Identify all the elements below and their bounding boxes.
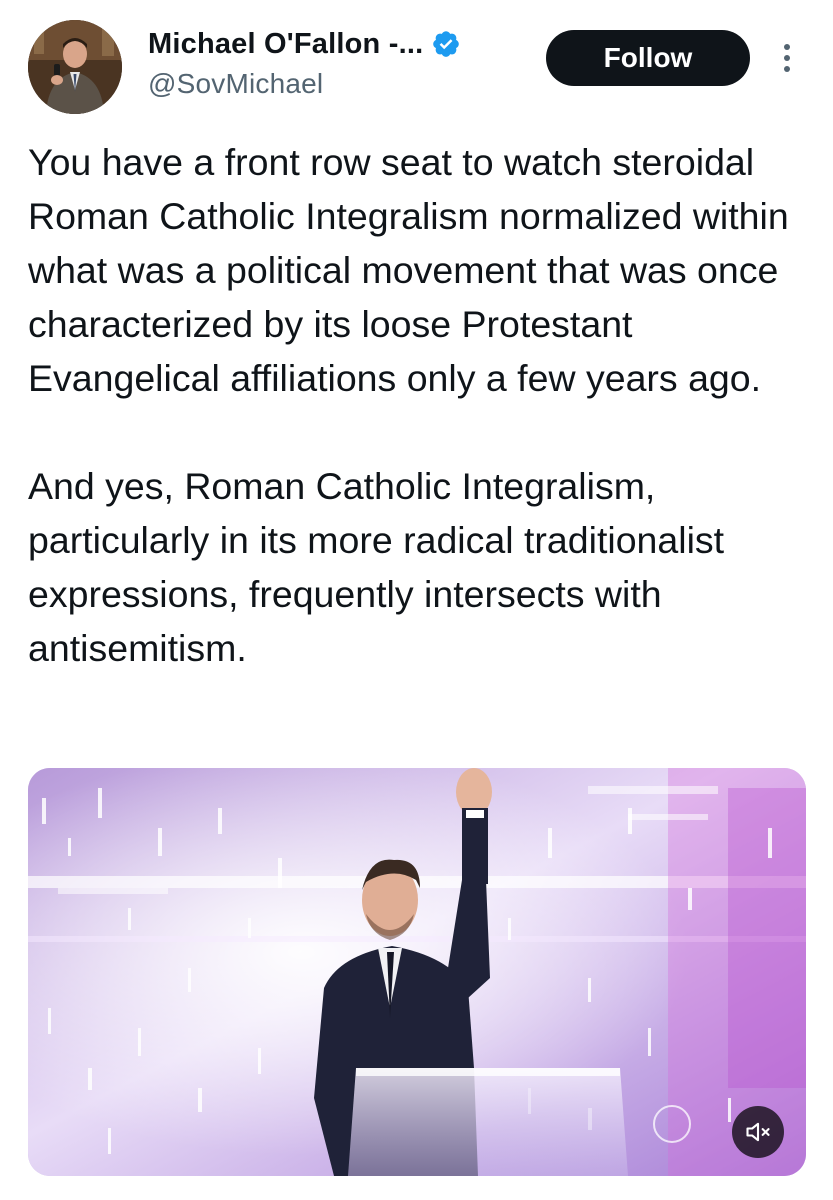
display-name[interactable]: Michael O'Fallon -... bbox=[148, 28, 423, 61]
video-frame bbox=[28, 768, 806, 1176]
name-row: Michael O'Fallon -... bbox=[148, 26, 461, 62]
speaker-muted-icon[interactable] bbox=[732, 1106, 784, 1158]
verified-badge-icon bbox=[431, 29, 461, 59]
avatar[interactable] bbox=[28, 20, 122, 114]
user-name-block: Michael O'Fallon -... @SovMichael bbox=[148, 26, 461, 100]
dot bbox=[784, 66, 790, 72]
tweet-text: You have a front row seat to watch stero… bbox=[28, 135, 813, 675]
vertical-ellipsis-icon[interactable] bbox=[770, 38, 804, 78]
tweet-paragraph: And yes, Roman Catholic Integralism, par… bbox=[28, 465, 725, 669]
tweet-header: Michael O'Fallon -... @SovMichael Follow bbox=[0, 0, 833, 120]
dot bbox=[784, 44, 790, 50]
follow-button[interactable]: Follow bbox=[546, 30, 750, 86]
tweet-paragraph: You have a front row seat to watch stero… bbox=[28, 141, 789, 399]
user-handle[interactable]: @SovMichael bbox=[148, 68, 461, 100]
video-player[interactable] bbox=[28, 768, 806, 1176]
tweet-card: Michael O'Fallon -... @SovMichael Follow… bbox=[0, 0, 833, 1200]
avatar-photo bbox=[28, 20, 122, 114]
dot bbox=[784, 55, 790, 61]
